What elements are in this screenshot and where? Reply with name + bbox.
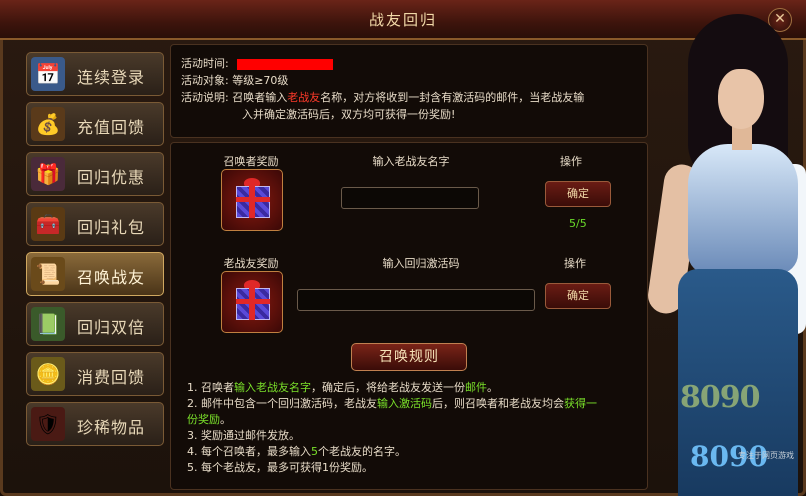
veteran-action-header: 操作	[564, 257, 586, 270]
rule-highlight: 邮件	[465, 381, 487, 394]
veteran-reward-header: 老战友奖励	[223, 257, 279, 270]
event-desc-label: 活动说明:	[181, 91, 229, 104]
rule-1: 1. 召唤者输入老战友名字，确定后，将给老战友发送一份邮件。	[187, 379, 498, 395]
event-desc-highlight: 老战友	[287, 91, 321, 104]
activation-code-input[interactable]	[297, 289, 535, 311]
summoner-confirm-button[interactable]: 确定	[545, 181, 611, 207]
rule-highlight: 份奖励	[187, 413, 220, 426]
sidebar-item-label: 珍稀物品	[77, 418, 146, 437]
money-bag-icon: 💰	[31, 107, 65, 141]
sidebar-item-label: 消费回馈	[77, 368, 146, 387]
event-info-box: 活动时间: 活动对象: 等级≥70级 活动说明: 召唤者输入老战友名称，对方将收…	[170, 44, 648, 138]
veteran-input-header: 输入回归激活码	[382, 257, 460, 270]
rule-text: ，确定后，将给老战友发送一份	[311, 381, 465, 394]
gold-ingots-icon: 🪙	[31, 357, 65, 391]
sidebar-item-label: 回归礼包	[77, 218, 146, 237]
sidebar-item-label: 回归双倍	[77, 318, 146, 337]
sidebar-item-label: 回归优惠	[77, 168, 146, 187]
sidebar-item-login[interactable]: 📅 连续登录	[26, 52, 164, 96]
site-tagline: 专注于网页游戏	[738, 451, 794, 460]
sidebar-item-double[interactable]: 📗 回归双倍	[26, 302, 164, 346]
rule-2: 2. 邮件中包含一个回归激活码，老战友输入激活码后，则召唤者和老战友均会获得一	[187, 395, 597, 411]
gift-ribbon	[236, 299, 270, 304]
rule-3: 3. 奖励通过邮件发放。	[187, 429, 300, 442]
sidebar-item-label: 召唤战友	[77, 268, 146, 287]
summoner-reward-gift[interactable]	[221, 169, 283, 231]
event-time-label: 活动时间:	[181, 57, 229, 70]
sidebar-item-recharge[interactable]: 💰 充值回馈	[26, 102, 164, 146]
scroll-icon: 📜	[31, 257, 65, 291]
sidebar-item-spending[interactable]: 🪙 消费回馈	[26, 352, 164, 396]
rule-text: 1. 召唤者	[187, 381, 234, 394]
sidebar-item-gift-pack[interactable]: 🧰 回归礼包	[26, 202, 164, 246]
rule-4: 4. 每个召唤者，最多输入5个老战友的名字。	[187, 443, 406, 459]
rule-highlight: 5	[311, 445, 318, 458]
event-desc-text: 召唤者输入	[232, 91, 288, 104]
gift-ribbon	[249, 288, 255, 320]
portrait-face	[718, 69, 764, 129]
character-portrait	[648, 14, 806, 496]
treasure-chest-icon: 🧰	[31, 207, 65, 241]
veteran-name-input[interactable]	[341, 187, 479, 209]
sidebar: 📅 连续登录 💰 充值回馈 🎁 回归优惠 🧰 回归礼包 📜 召唤战友 📗 回归双…	[26, 52, 168, 452]
event-target-value: 等级≥70级	[232, 74, 289, 87]
event-target-row: 活动对象: 等级≥70级	[181, 72, 288, 88]
veteran-confirm-button[interactable]: 确定	[545, 283, 611, 309]
event-target-label: 活动对象:	[181, 74, 229, 87]
sidebar-item-label: 连续登录	[77, 68, 146, 87]
sidebar-item-summon[interactable]: 📜 召唤战友	[26, 252, 164, 296]
sidebar-item-label: 充值回馈	[77, 118, 146, 137]
summon-count: 5/5	[569, 217, 587, 230]
rule-text: 后，则召唤者和老战友均会	[432, 397, 564, 410]
rule-text: 。	[487, 381, 498, 394]
portrait-torso	[688, 144, 798, 274]
rule-5: 5. 每个老战友，最多可获得1份奖励。	[187, 461, 373, 474]
gift-ribbon	[249, 186, 255, 218]
rule-highlight: 输入激活码	[377, 397, 432, 410]
gift-boxes-icon: 🎁	[31, 157, 65, 191]
summoner-action-header: 操作	[560, 155, 582, 168]
sidebar-item-rare[interactable]: 🛡 珍稀物品	[26, 402, 164, 446]
site-logo-watermark: 8090	[680, 380, 760, 415]
rule-text: 2. 邮件中包含一个回归激活码，老战友	[187, 397, 377, 410]
calendar-icon: 📅	[31, 57, 65, 91]
event-desc-row: 活动说明: 召唤者输入老战友名称，对方将收到一封含有激活码的邮件，当老战友输	[181, 89, 584, 105]
rule-text: 个老战友的名字。	[318, 445, 406, 458]
event-desc-text2: 名称，对方将收到一封含有激活码的邮件，当老战友输	[320, 91, 585, 104]
sidebar-item-discount[interactable]: 🎁 回归优惠	[26, 152, 164, 196]
event-desc-line2: 入并确定激活码后，双方均可获得一份奖励!	[242, 108, 456, 121]
gift-ribbon	[236, 197, 270, 202]
summoner-reward-header: 召唤者奖励	[223, 155, 279, 168]
veteran-reward-gift[interactable]	[221, 271, 283, 333]
rule-text: 。	[220, 413, 231, 426]
rule-2-cont: 份奖励。	[187, 411, 231, 427]
rule-highlight: 输入老战友名字	[234, 381, 311, 394]
summoner-input-header: 输入老战友名字	[372, 155, 450, 168]
armor-icon: 🛡	[31, 407, 65, 441]
rule-text: 4. 每个召唤者，最多输入	[187, 445, 311, 458]
summon-rules-button[interactable]: 召唤规则	[351, 343, 467, 371]
redacted-time-bar	[236, 58, 333, 70]
rule-highlight: 获得一	[564, 397, 597, 410]
summon-panel: 召唤者奖励 输入老战友名字 操作 确定 5/5 老战友奖励 输入回归激活码 操作…	[170, 142, 648, 490]
exp-scroll-icon: 📗	[31, 307, 65, 341]
event-time-row: 活动时间:	[181, 55, 333, 71]
